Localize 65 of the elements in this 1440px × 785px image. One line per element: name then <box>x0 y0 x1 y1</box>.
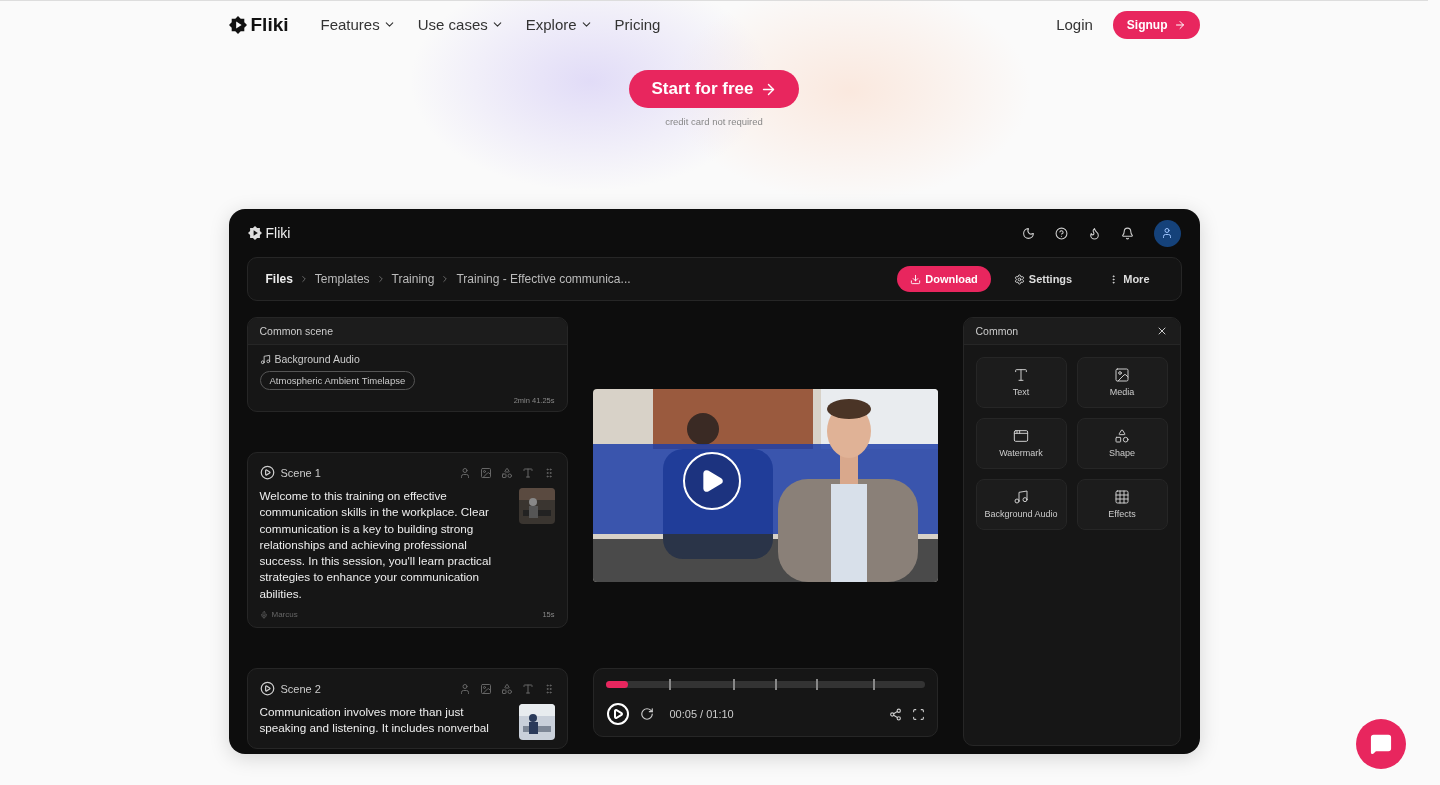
signup-button[interactable]: Signup <box>1112 10 1200 39</box>
login-link[interactable]: Login <box>1056 16 1093 33</box>
image-icon[interactable] <box>479 466 492 479</box>
microphone-icon <box>259 610 268 619</box>
breadcrumb-link[interactable]: Training - Effective communica... <box>456 272 631 286</box>
avatar-icon[interactable] <box>458 682 471 695</box>
watermark-icon <box>1013 428 1029 444</box>
nav-link[interactable]: Features <box>320 16 396 33</box>
breadcrumb-link[interactable]: Training <box>391 272 435 286</box>
nav-link[interactable]: Use cases <box>417 16 504 33</box>
nav-link[interactable]: Explore <box>525 16 593 33</box>
chat-button[interactable] <box>1356 719 1406 769</box>
tool-button[interactable]: Text <box>975 357 1067 408</box>
card-title: Common scene <box>259 325 334 337</box>
tool-button[interactable]: Media <box>1076 357 1168 408</box>
playback-time: 00:05 / 01:10 <box>669 708 734 720</box>
avatar-icon[interactable] <box>458 466 471 479</box>
download-button[interactable]: Download <box>897 266 991 292</box>
start-free-button[interactable]: Start for free <box>629 70 799 108</box>
tool-button[interactable]: Shape <box>1076 418 1168 469</box>
settings-icon <box>1013 273 1025 285</box>
play-button[interactable] <box>682 452 741 510</box>
settings-button[interactable]: Settings <box>1000 266 1086 292</box>
breadcrumb-link[interactable]: Templates <box>314 272 370 286</box>
tool-button[interactable]: Effects <box>1076 479 1168 530</box>
arrow-right-icon <box>1173 18 1186 31</box>
moon-icon[interactable] <box>1021 226 1035 240</box>
chat-icon <box>1370 733 1392 755</box>
image-icon <box>1114 367 1130 383</box>
music-note-icon <box>259 353 271 365</box>
app-logo[interactable]: Fliki <box>265 225 291 241</box>
cta-note: credit card not required <box>665 116 763 127</box>
play-circle-icon[interactable] <box>259 681 275 697</box>
tool-button[interactable]: Watermark <box>975 418 1067 469</box>
share-icon[interactable] <box>888 707 902 721</box>
logo-icon <box>247 226 262 240</box>
panel-title: Common <box>975 325 1019 337</box>
breadcrumb-link[interactable]: Files <box>265 272 293 286</box>
flame-icon[interactable] <box>1087 226 1101 240</box>
scene-text[interactable]: Communication involves more than just speaking and listening. It includes nonverbal <box>259 704 509 741</box>
shapes-icon <box>1114 428 1130 444</box>
replay-icon[interactable] <box>639 707 654 721</box>
logo-icon <box>228 15 247 34</box>
voice-name: Marcus <box>271 610 298 620</box>
tool-button[interactable]: Background Audio <box>975 479 1067 530</box>
nav-link[interactable]: Pricing <box>614 16 661 33</box>
bell-icon[interactable] <box>1120 226 1134 240</box>
audio-label: Background Audio <box>274 353 360 365</box>
image-icon[interactable] <box>479 682 492 695</box>
grid-icon <box>1114 489 1130 505</box>
more-button[interactable]: More <box>1095 266 1163 292</box>
download-icon <box>910 273 922 285</box>
help-icon[interactable] <box>1054 226 1068 240</box>
music-note-icon <box>1013 489 1029 505</box>
scene-title: Scene 1 <box>280 466 321 479</box>
scene-text[interactable]: Welcome to this training on effective communication skills in the workplace. Clear communication is a key to building strong relationships and achieving professional success. In this session, you'll learn practical strategies to enhance your communication abilities. <box>259 488 509 603</box>
shapes-icon[interactable] <box>500 682 513 695</box>
progress-track[interactable] <box>605 681 925 688</box>
text-icon <box>1013 367 1029 383</box>
logo[interactable]: Fliki <box>250 13 289 36</box>
shapes-icon[interactable] <box>500 466 513 479</box>
play-circle-icon[interactable] <box>259 465 275 480</box>
user-avatar[interactable] <box>1153 219 1181 247</box>
fullscreen-icon[interactable] <box>911 707 925 721</box>
scene-title: Scene 2 <box>280 682 321 695</box>
